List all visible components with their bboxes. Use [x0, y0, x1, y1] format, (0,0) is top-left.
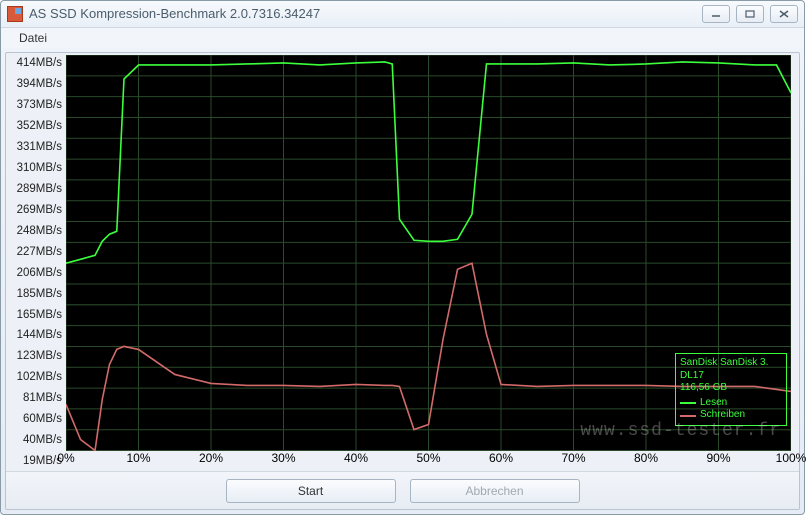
x-tick-label: 70%: [561, 451, 585, 465]
legend-write-swatch: [680, 415, 696, 417]
content-panel: 414MB/s 394MB/s 373MB/s 352MB/s 331MB/s 310MB…: [5, 52, 800, 510]
start-button[interactable]: Start: [226, 479, 396, 503]
app-icon: [7, 6, 23, 22]
legend-read-row: Lesen: [680, 397, 782, 410]
y-tick-label: 310MB/s: [17, 162, 62, 174]
maximize-icon: [745, 10, 755, 18]
x-tick-label: 40%: [344, 451, 368, 465]
y-tick-label: 144MB/s: [17, 329, 62, 341]
y-axis: 414MB/s 394MB/s 373MB/s 352MB/s 331MB/s 310MB…: [8, 55, 66, 469]
y-tick-label: 165MB/s: [17, 309, 62, 321]
legend-read-swatch: [680, 402, 696, 404]
chart-shell: 414MB/s 394MB/s 373MB/s 352MB/s 331MB/s 310MB…: [6, 53, 799, 471]
y-tick-label: 60MB/s: [23, 413, 62, 425]
x-tick-label: 80%: [634, 451, 658, 465]
plot-column: SanDisk SanDisk 3. DL17 116,56 GB Lesen …: [66, 55, 791, 469]
x-tick-label: 0%: [57, 451, 74, 465]
y-tick-label: 123MB/s: [17, 350, 62, 362]
y-tick-label: 373MB/s: [17, 99, 62, 111]
x-tick-label: 100%: [776, 451, 807, 465]
legend-read-label: Lesen: [700, 397, 727, 410]
minimize-icon: [711, 10, 721, 18]
x-tick-label: 20%: [199, 451, 223, 465]
x-tick-label: 90%: [706, 451, 730, 465]
y-tick-label: 331MB/s: [17, 141, 62, 153]
minimize-button[interactable]: [702, 5, 730, 23]
y-tick-label: 206MB/s: [17, 267, 62, 279]
y-tick-label: 414MB/s: [17, 57, 62, 69]
x-tick-label: 10%: [126, 451, 150, 465]
window-controls: [702, 5, 798, 23]
x-tick-label: 30%: [271, 451, 295, 465]
y-tick-label: 40MB/s: [23, 434, 62, 446]
maximize-button[interactable]: [736, 5, 764, 23]
y-tick-label: 227MB/s: [17, 246, 62, 258]
window-title: AS SSD Kompression-Benchmark 2.0.7316.34…: [29, 6, 702, 21]
close-icon: [779, 10, 789, 18]
legend-write-label: Schreiben: [700, 409, 745, 422]
legend-box: SanDisk SanDisk 3. DL17 116,56 GB Lesen …: [675, 353, 787, 426]
y-tick-label: 394MB/s: [17, 78, 62, 90]
legend-firmware: DL17: [680, 370, 782, 383]
legend-write-row: Schreiben: [680, 409, 782, 422]
abbrechen-button[interactable]: Abbrechen: [410, 479, 580, 503]
menubar: Datei: [1, 28, 804, 49]
titlebar: AS SSD Kompression-Benchmark 2.0.7316.34…: [1, 1, 804, 28]
x-axis: 0%10%20%30%40%50%60%70%80%90%100%: [66, 451, 791, 469]
y-tick-label: 19MB/s: [23, 455, 62, 467]
y-tick-label: 81MB/s: [23, 392, 62, 404]
y-tick-label: 185MB/s: [17, 288, 62, 300]
y-tick-label: 289MB/s: [17, 183, 62, 195]
x-tick-label: 60%: [489, 451, 513, 465]
y-tick-label: 248MB/s: [17, 225, 62, 237]
button-row: Start Abbrechen: [6, 471, 799, 509]
y-tick-label: 102MB/s: [17, 371, 62, 383]
x-tick-label: 50%: [416, 451, 440, 465]
y-tick-label: 269MB/s: [17, 204, 62, 216]
app-window: AS SSD Kompression-Benchmark 2.0.7316.34…: [0, 0, 805, 515]
chart-plot: SanDisk SanDisk 3. DL17 116,56 GB Lesen …: [66, 55, 791, 451]
menu-datei[interactable]: Datei: [11, 29, 55, 47]
y-tick-label: 352MB/s: [17, 120, 62, 132]
legend-device: SanDisk SanDisk 3.: [680, 357, 782, 370]
legend-capacity: 116,56 GB: [680, 382, 782, 395]
close-button[interactable]: [770, 5, 798, 23]
